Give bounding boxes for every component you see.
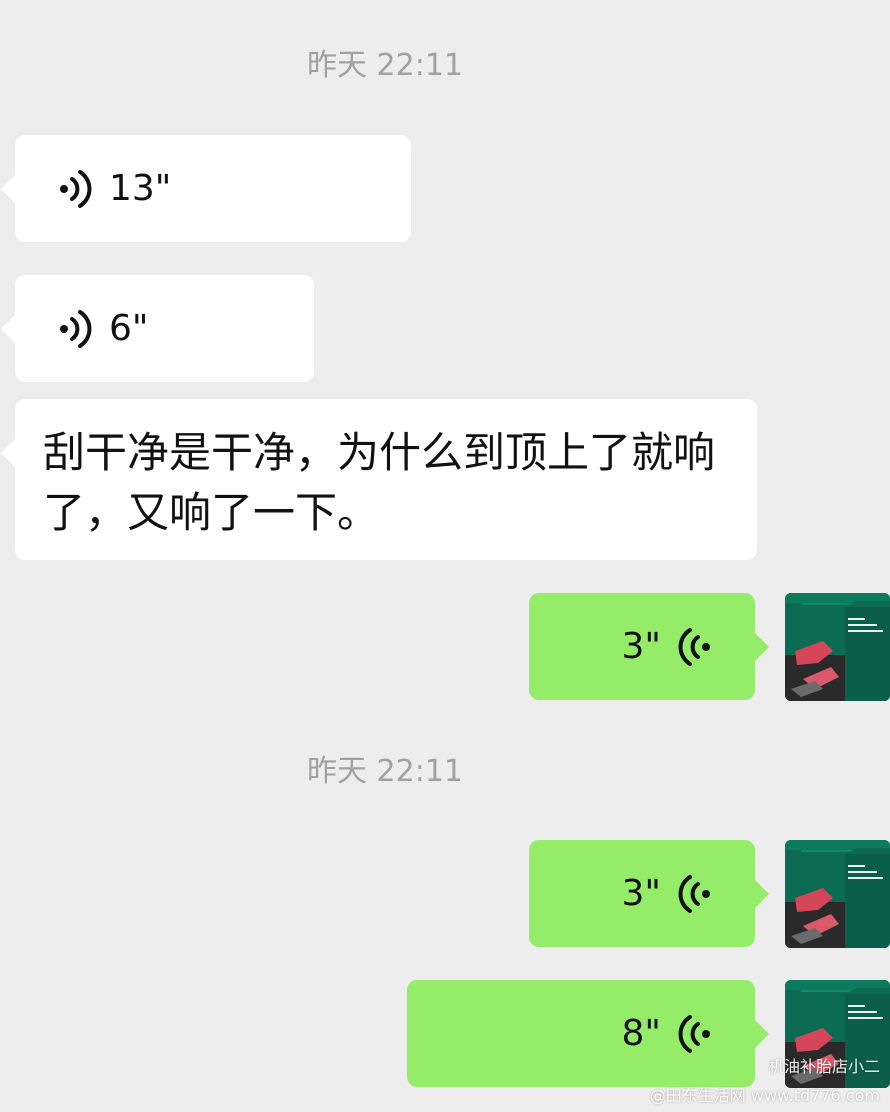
user-avatar-icon[interactable] (785, 840, 890, 948)
voice-message-incoming[interactable]: 6" (1, 275, 314, 382)
text-message-incoming[interactable]: 刮干净是干净，为什么到顶上了就响了，又响了一下。 (1, 399, 757, 560)
watermark-name: 机油补胎店小二 (767, 1057, 880, 1076)
voice-message-outgoing[interactable]: 3" (529, 840, 769, 947)
voice-message-outgoing[interactable]: 3" (529, 593, 769, 700)
voice-wave-right-icon (677, 1014, 711, 1054)
voice-wave-left-icon (59, 309, 93, 349)
voice-message-outgoing[interactable]: 8" (407, 980, 769, 1087)
user-avatar-icon[interactable] (785, 593, 890, 701)
voice-duration: 3" (621, 625, 661, 667)
voice-message-incoming[interactable]: 13" (1, 135, 411, 242)
voice-duration: 13" (109, 167, 172, 209)
watermark-site: @田东生活网 www.td776.com (649, 1086, 880, 1105)
voice-wave-left-icon (59, 169, 93, 209)
voice-wave-right-icon (677, 627, 711, 667)
voice-duration: 8" (621, 1012, 661, 1054)
timestamp: 昨天 22:11 (307, 754, 463, 789)
message-text: 刮干净是干净，为什么到顶上了就响了，又响了一下。 (43, 428, 716, 537)
voice-wave-right-icon (677, 874, 711, 914)
voice-duration: 6" (109, 307, 149, 349)
chat-window: 昨天 22:11 13" 6" 刮干净是干净，为什么到顶上了就响了，又响了一下。… (0, 0, 890, 1112)
timestamp: 昨天 22:11 (307, 48, 463, 83)
voice-duration: 3" (621, 872, 661, 914)
